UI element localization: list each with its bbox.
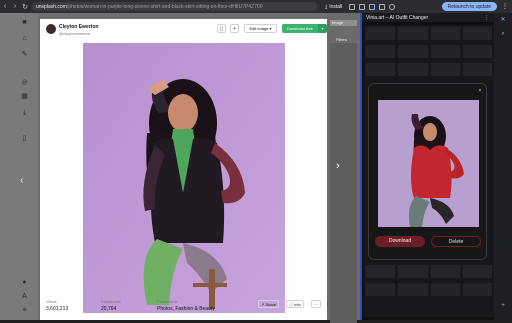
sidepanel-icon[interactable]: [369, 3, 376, 10]
right-toolbar: ✕ ⌕ +: [494, 13, 512, 320]
relaunch-button[interactable]: Relaunch to update: [441, 2, 497, 11]
url-host: unsplash.com: [36, 3, 67, 10]
address-bar[interactable]: unsplash.com/photos/woman-in-purple-long…: [32, 2, 317, 11]
featured-stat: Featured in Photos, Fashion & Beauty: [157, 299, 215, 312]
reload-icon[interactable]: ↻: [20, 0, 30, 13]
bookmark-icon[interactable]: ▯: [217, 24, 226, 33]
unsplash-logo-icon[interactable]: ■: [21, 19, 28, 26]
views-label: Views: [46, 299, 57, 304]
modal-header: Cleyton Ewerton @cleytonewerton ▯ + Edit…: [46, 24, 327, 38]
photo-modal: Cleyton Ewerton @cleytonewerton ▯ + Edit…: [40, 19, 327, 320]
menu-icon[interactable]: ≡: [21, 307, 28, 314]
downloads-stat: Downloads 20,764: [101, 299, 121, 312]
add-icon[interactable]: +: [499, 303, 507, 311]
photo-stats-footer: Views 3,601,213 Downloads 20,764 Feature…: [46, 299, 324, 319]
author-handle[interactable]: @cleytonewerton: [59, 31, 90, 36]
download-free-button[interactable]: Download free: [282, 24, 318, 33]
featured-label: Featured in: [157, 299, 178, 304]
views-stat: Views 3,601,213: [46, 299, 68, 312]
avatar[interactable]: [46, 24, 56, 34]
url-path: /photos/woman-in-purple-long-sleeve-shir…: [66, 3, 263, 10]
previous-photo-icon[interactable]: ‹: [20, 175, 23, 186]
extension-icon[interactable]: [359, 3, 366, 10]
result-image[interactable]: [378, 100, 479, 227]
next-photo-icon[interactable]: ›: [336, 160, 340, 172]
install-label: Install: [329, 3, 343, 10]
download-icon[interactable]: [379, 3, 386, 10]
author-name[interactable]: Cleyton Ewerton: [59, 24, 98, 30]
forward-icon[interactable]: ›: [10, 0, 20, 13]
bookmark-icon[interactable]: ▯: [21, 135, 28, 142]
panel-menu-icon[interactable]: ⋮: [484, 15, 489, 21]
delete-button[interactable]: Delete: [431, 236, 481, 247]
download-button[interactable]: Download: [375, 236, 425, 247]
user-icon[interactable]: ●: [21, 279, 28, 286]
extension-panel: Vinia.art – AI Outfit Changer ⋮ × Downlo…: [360, 13, 494, 320]
downloads-label: Downloads: [101, 299, 121, 304]
install-button[interactable]: ⤓ Install: [325, 4, 342, 10]
profile-icon[interactable]: [389, 3, 396, 10]
result-card: × Download Delete: [368, 83, 487, 260]
main-photo[interactable]: [83, 43, 285, 313]
edit-icon[interactable]: ✎: [21, 51, 28, 58]
explore-icon[interactable]: ◎: [21, 79, 28, 86]
download-icon[interactable]: ⤓: [21, 109, 28, 116]
browser-toolbar: ‹ › ↻ unsplash.com/photos/woman-in-purpl…: [0, 0, 512, 13]
downloads-value: 20,764: [101, 306, 117, 312]
left-sidebar: ■ ⌂ ✎ ◎ ▦ ⤓ ▯ ‹ ● A ≡: [0, 13, 38, 320]
more-button[interactable]: ···: [311, 300, 321, 308]
info-button[interactable]: ⓘ Info: [286, 300, 304, 308]
background-page-strip: Image Filters: [327, 13, 360, 323]
menu-icon[interactable]: ⋮: [502, 3, 508, 10]
close-icon[interactable]: ×: [477, 88, 483, 94]
share-label: Share: [265, 302, 277, 307]
install-icon: ⤓: [325, 3, 328, 10]
panel-header: Vinia.art – AI Outfit Changer ⋮: [362, 13, 494, 22]
back-icon[interactable]: ‹: [0, 0, 10, 13]
language-icon[interactable]: A: [21, 293, 28, 300]
edit-image-label: Edit image: [249, 26, 269, 31]
panel-title: Vinia.art – AI Outfit Changer: [366, 14, 429, 21]
share-button[interactable]: ↗ Share: [258, 300, 280, 308]
pin-icon[interactable]: ✕: [499, 16, 507, 24]
edit-image-button[interactable]: Edit image ▾: [244, 24, 277, 33]
extension-icon[interactable]: [349, 3, 356, 10]
info-label: Info: [294, 302, 301, 307]
grid-icon[interactable]: ▦: [21, 93, 28, 100]
image-tab[interactable]: Image: [330, 20, 357, 26]
share-icon: ↗: [261, 302, 265, 307]
add-icon[interactable]: +: [230, 24, 239, 33]
search-icon[interactable]: ⌕: [499, 31, 507, 39]
featured-value[interactable]: Photos, Fashion & Beauty: [157, 306, 215, 312]
chevron-down-icon[interactable]: ▾: [318, 24, 327, 33]
home-icon[interactable]: ⌂: [21, 35, 28, 42]
info-icon: ⓘ: [289, 302, 293, 307]
views-value: 3,601,213: [46, 306, 69, 312]
filters-button[interactable]: Filters: [336, 37, 347, 42]
